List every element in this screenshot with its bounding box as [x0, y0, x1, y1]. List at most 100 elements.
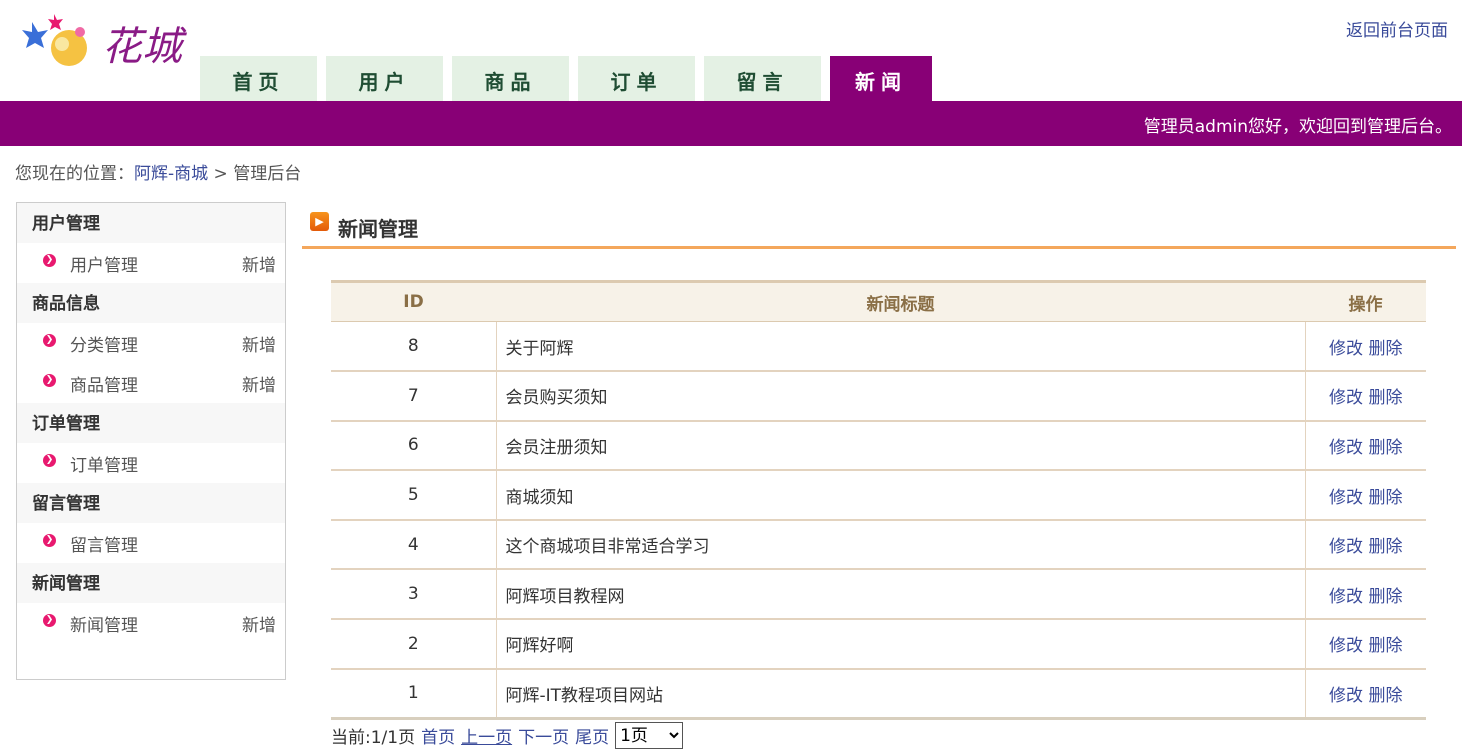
cell-id: 1 [331, 668, 497, 720]
edit-link[interactable]: 修改 [1329, 636, 1363, 656]
table-row: 8 关于阿辉 修改 删除 [331, 321, 1426, 373]
arrow-right-icon: ▶ [310, 212, 329, 231]
news-table: ID 新闻标题 操作 8 关于阿辉 修改 删除 7 会员购买须知 修改 删除 6… [331, 280, 1426, 720]
sidebar-add-link[interactable]: 新增 [242, 331, 276, 356]
pagination-status: 当前:1/1页 [331, 728, 416, 748]
cell-id: 2 [331, 619, 497, 670]
next-page-link[interactable]: 下一页 [518, 723, 569, 748]
table-row: 6 会员注册须知 修改 删除 [331, 420, 1426, 472]
back-to-frontend-link[interactable]: 返回前台页面 [1346, 16, 1448, 41]
sidebar-group-product: 商品信息 [17, 283, 285, 323]
column-header-actions: 操作 [1305, 280, 1426, 322]
cell-title: 会员注册须知 [496, 420, 1306, 472]
table-row: 7 会员购买须知 修改 删除 [331, 371, 1426, 422]
cell-title: 阿辉-IT教程项目网站 [496, 668, 1306, 720]
cell-actions: 修改 删除 [1305, 569, 1426, 621]
cell-id: 7 [331, 371, 497, 422]
cell-id: 6 [331, 420, 497, 472]
edit-link[interactable]: 修改 [1329, 537, 1363, 557]
sidebar-group-message: 留言管理 [17, 483, 285, 523]
nav-tab-orders[interactable]: 订单 [578, 56, 695, 101]
sidebar-group-order: 订单管理 [17, 403, 285, 443]
edit-link[interactable]: 修改 [1329, 438, 1363, 458]
edit-link[interactable]: 修改 [1329, 686, 1363, 706]
delete-link[interactable]: 删除 [1368, 438, 1402, 458]
sidebar-item-news-management[interactable]: ❯ 新闻管理 新增 [17, 603, 285, 643]
prev-page-link[interactable]: 上一页 [461, 723, 512, 748]
delete-link[interactable]: 删除 [1368, 537, 1402, 557]
chevron-right-icon: ❯ [43, 533, 56, 547]
table-row: 3 阿辉项目教程网 修改 删除 [331, 569, 1426, 621]
nav-tab-news[interactable]: 新闻 [830, 56, 932, 101]
nav-tab-users[interactable]: 用户 [326, 56, 443, 101]
cell-actions: 修改 删除 [1305, 619, 1426, 670]
sidebar-item-order-management[interactable]: ❯ 订单管理 [17, 443, 285, 483]
chevron-right-icon: ❯ [43, 253, 56, 267]
cell-id: 4 [331, 519, 497, 571]
breadcrumb-home-link[interactable]: 阿辉-商城 [134, 164, 208, 184]
breadcrumb-prefix: 您现在的位置： [15, 164, 134, 184]
table-header-row: ID 新闻标题 操作 [331, 280, 1426, 322]
cell-id: 3 [331, 569, 497, 621]
chevron-right-icon: ❯ [43, 453, 56, 467]
nav-tab-home[interactable]: 首页 [200, 56, 317, 101]
edit-link[interactable]: 修改 [1329, 339, 1363, 359]
column-header-title: 新闻标题 [496, 280, 1305, 322]
cell-title: 会员购买须知 [496, 371, 1306, 422]
sidebar-item-label[interactable]: 用户管理 [70, 251, 242, 276]
logo-text: 花城 [102, 24, 187, 70]
last-page-link[interactable]: 尾页 [575, 723, 609, 748]
pagination: 当前:1/1页 首页 上一页 下一页 尾页 1页 [331, 722, 684, 749]
edit-link[interactable]: 修改 [1329, 488, 1363, 508]
sidebar-item-product-management[interactable]: ❯ 商品管理 新增 [17, 363, 285, 403]
main-title-bar: ▶ 新闻管理 [302, 206, 1456, 249]
sidebar-item-label[interactable]: 订单管理 [70, 451, 276, 476]
main-nav: 首页 用户 商品 订单 留言 新闻 [200, 56, 941, 101]
delete-link[interactable]: 删除 [1368, 686, 1402, 706]
column-header-id: ID [331, 280, 496, 322]
sidebar-item-category-management[interactable]: ❯ 分类管理 新增 [17, 323, 285, 363]
sidebar: 用户管理 ❯ 用户管理 新增 商品信息 ❯ 分类管理 新增 ❯ 商品管理 新增 … [16, 202, 286, 680]
delete-link[interactable]: 删除 [1368, 636, 1402, 656]
sidebar-group-user: 用户管理 [17, 203, 285, 243]
table-row: 4 这个商城项目非常适合学习 修改 删除 [331, 519, 1426, 571]
delete-link[interactable]: 删除 [1368, 388, 1402, 408]
table-row: 1 阿辉-IT教程项目网站 修改 删除 [331, 668, 1426, 720]
sidebar-item-label[interactable]: 新闻管理 [70, 611, 242, 636]
chevron-right-icon: ❯ [43, 333, 56, 347]
cell-actions: 修改 删除 [1305, 321, 1426, 373]
site-logo[interactable]: 花城 [14, 8, 199, 78]
delete-link[interactable]: 删除 [1368, 339, 1402, 359]
sidebar-item-label[interactable]: 留言管理 [70, 531, 276, 556]
table-row: 5 商城须知 修改 删除 [331, 470, 1426, 521]
delete-link[interactable]: 删除 [1368, 587, 1402, 607]
sidebar-item-message-management[interactable]: ❯ 留言管理 [17, 523, 285, 563]
cell-actions: 修改 删除 [1305, 668, 1426, 720]
breadcrumb-current: 管理后台 [233, 164, 302, 184]
cell-title: 阿辉好啊 [496, 619, 1306, 670]
page-title: 新闻管理 [338, 217, 418, 241]
sidebar-item-label[interactable]: 商品管理 [70, 371, 242, 396]
cell-actions: 修改 删除 [1305, 470, 1426, 521]
page-select[interactable]: 1页 [615, 722, 684, 749]
nav-tab-products[interactable]: 商品 [452, 56, 569, 101]
sidebar-add-link[interactable]: 新增 [242, 251, 276, 276]
cell-actions: 修改 删除 [1305, 371, 1426, 422]
edit-link[interactable]: 修改 [1329, 388, 1363, 408]
table-row: 2 阿辉好啊 修改 删除 [331, 619, 1426, 670]
sidebar-group-news: 新闻管理 [17, 563, 285, 603]
welcome-banner: 管理员admin您好，欢迎回到管理后台。 [0, 101, 1462, 146]
sidebar-add-link[interactable]: 新增 [242, 611, 276, 636]
cell-title: 商城须知 [496, 470, 1306, 521]
cell-id: 5 [331, 470, 497, 521]
sidebar-item-label[interactable]: 分类管理 [70, 331, 242, 356]
sidebar-add-link[interactable]: 新增 [242, 371, 276, 396]
chevron-right-icon: ❯ [43, 373, 56, 387]
chevron-right-icon: ❯ [43, 613, 56, 627]
edit-link[interactable]: 修改 [1329, 587, 1363, 607]
first-page-link[interactable]: 首页 [421, 723, 455, 748]
cell-title: 阿辉项目教程网 [496, 569, 1306, 621]
sidebar-item-user-management[interactable]: ❯ 用户管理 新增 [17, 243, 285, 283]
nav-tab-messages[interactable]: 留言 [704, 56, 821, 101]
delete-link[interactable]: 删除 [1368, 488, 1402, 508]
